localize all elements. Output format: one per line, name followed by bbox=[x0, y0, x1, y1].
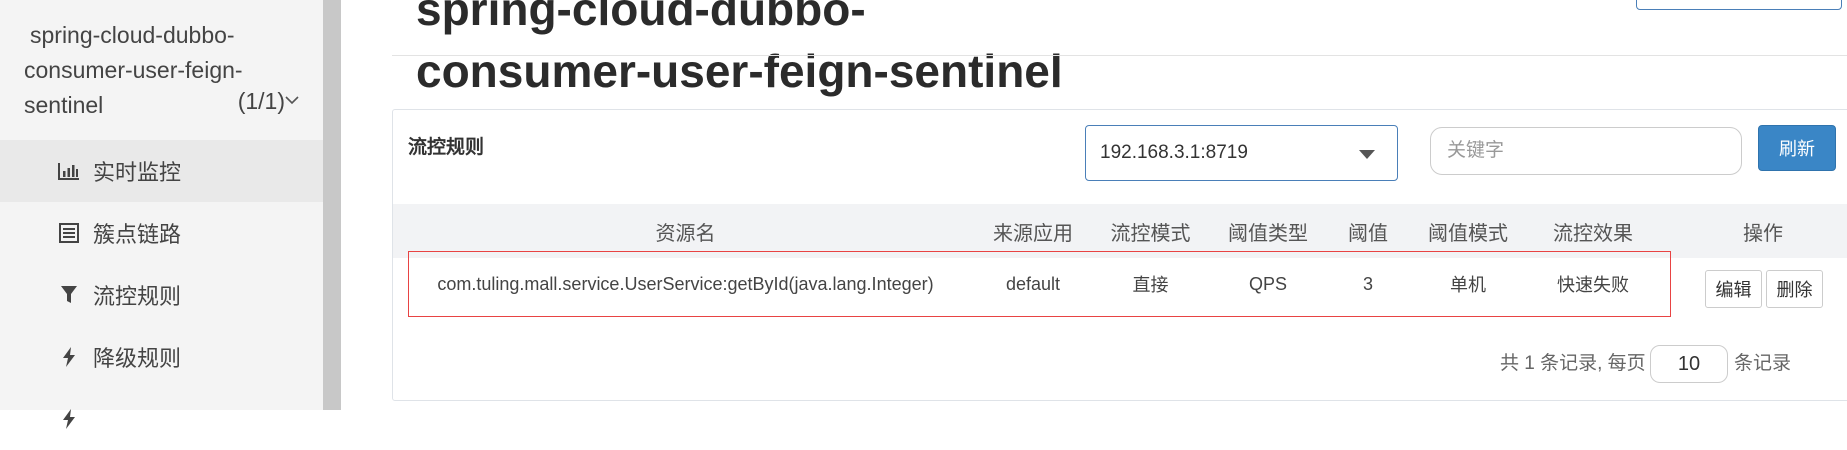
sidebar-item-label: 流控规则 bbox=[93, 284, 182, 309]
col-threshold-type: 阈值类型 bbox=[1228, 222, 1308, 245]
flash-icon bbox=[57, 408, 81, 430]
flow-rules-panel: 流控规则 192.168.3.1:8719 刷新 资源名 来源应用 流控模式 阈… bbox=[392, 109, 1847, 401]
cell-threshold-type: QPS bbox=[1248, 273, 1287, 294]
sidebar-item-degrade-rules[interactable]: 降级规则 bbox=[0, 326, 323, 388]
page-title-line1: spring-cloud-dubbo- bbox=[416, 0, 866, 35]
sidebar-scrollbar[interactable] bbox=[323, 0, 341, 410]
sidebar-item-cluster-link[interactable]: 簇点链路 bbox=[0, 202, 323, 264]
sidebar: spring-cloud-dubbo- consumer-user-feign-… bbox=[0, 0, 323, 429]
refresh-button[interactable]: 刷新 bbox=[1758, 125, 1836, 171]
col-resource: 资源名 bbox=[655, 222, 716, 245]
cell-resource: com.tuling.mall.service.UserService:getB… bbox=[437, 273, 934, 294]
cell-threshold-mode: 单机 bbox=[1450, 275, 1486, 295]
sidebar-item-label: 簇点链路 bbox=[93, 222, 182, 247]
page-title-line2: consumer-user-feign-sentinel bbox=[416, 45, 1063, 97]
machine-select-value: 192.168.3.1:8719 bbox=[1100, 142, 1248, 163]
keyword-input[interactable] bbox=[1430, 127, 1742, 175]
app-name-line2: consumer-user-feign- bbox=[24, 57, 243, 83]
cell-threshold: 3 bbox=[1362, 273, 1373, 294]
table-header: 资源名 来源应用 流控模式 阈值类型 阈值 阈值模式 流控效果 操作 bbox=[393, 204, 1847, 258]
bar-chart-icon bbox=[57, 162, 81, 180]
col-effect: 流控效果 bbox=[1553, 222, 1633, 245]
divider bbox=[392, 55, 1847, 56]
sidebar-item-realtime-monitor[interactable]: 实时监控 bbox=[0, 140, 323, 202]
col-threshold: 阈值 bbox=[1348, 222, 1388, 245]
col-origin: 来源应用 bbox=[993, 222, 1073, 245]
app-count: (1/1) bbox=[237, 88, 285, 114]
pager-suffix: 条记录 bbox=[1734, 353, 1792, 374]
cell-mode: 直接 bbox=[1132, 275, 1169, 295]
header-button[interactable] bbox=[1636, 0, 1842, 10]
page-size-input[interactable] bbox=[1650, 345, 1728, 383]
cell-origin: default bbox=[1005, 273, 1061, 294]
machine-select[interactable]: 192.168.3.1:8719 bbox=[1085, 125, 1398, 181]
filter-icon bbox=[57, 285, 81, 305]
panel-title: 流控规则 bbox=[408, 137, 485, 158]
col-actions: 操作 bbox=[1743, 222, 1783, 245]
col-threshold-mode: 阈值模式 bbox=[1428, 222, 1508, 245]
chevron-down-icon[interactable] bbox=[285, 92, 299, 110]
page-title: spring-cloud-dubbo- consumer-user-feign-… bbox=[416, 0, 1416, 102]
app-name-line1: spring-cloud-dubbo- bbox=[30, 22, 235, 48]
list-icon bbox=[57, 223, 81, 243]
col-mode: 流控模式 bbox=[1110, 222, 1191, 245]
caret-down-icon bbox=[1359, 150, 1375, 159]
delete-button[interactable]: 删除 bbox=[1766, 270, 1823, 308]
pager-prefix: 共 1 条记录, 每页 bbox=[1500, 353, 1646, 374]
sidebar-item-flow-rules[interactable]: 流控规则 bbox=[0, 264, 323, 326]
sidebar-item-label: 实时监控 bbox=[93, 160, 182, 185]
sidebar-item-next[interactable] bbox=[0, 388, 323, 450]
sidebar-item-label: 降级规则 bbox=[93, 346, 182, 371]
flash-icon bbox=[57, 346, 81, 368]
edit-button[interactable]: 编辑 bbox=[1705, 270, 1762, 308]
cell-effect: 快速失败 bbox=[1557, 275, 1629, 295]
